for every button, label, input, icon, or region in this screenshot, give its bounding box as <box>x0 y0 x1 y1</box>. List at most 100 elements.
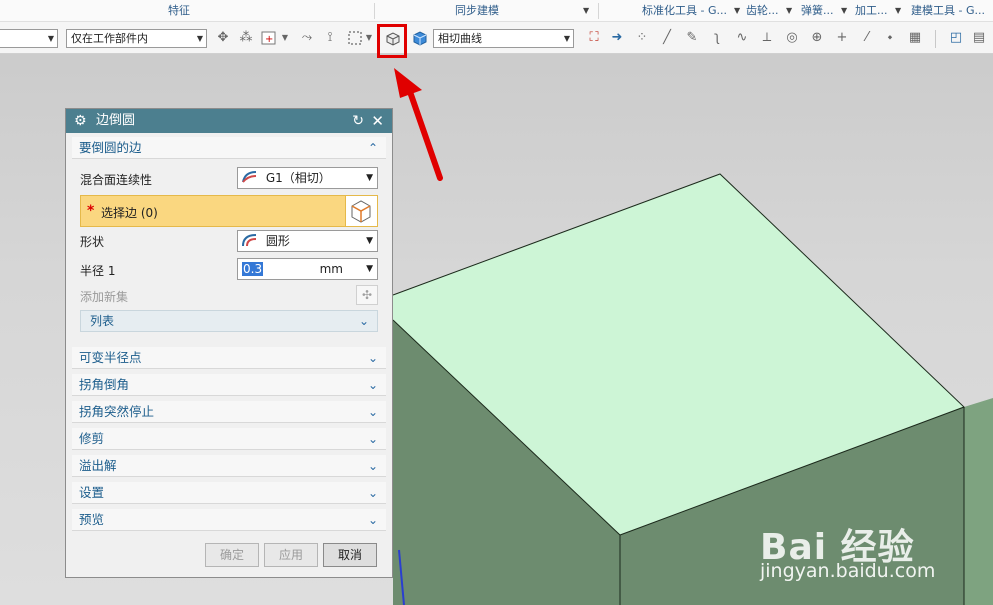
ok-button[interactable]: 确定 <box>205 543 259 567</box>
slash-icon[interactable]: ⁄ <box>858 29 876 47</box>
chevron-down-icon[interactable]: ▼ <box>583 0 591 22</box>
chevron-down-icon: ⌄ <box>367 432 378 446</box>
type-filter-combo[interactable]: ▼ <box>0 29 58 48</box>
section-corner-setback[interactable]: 拐角倒角 ⌄ <box>72 374 386 396</box>
chevron-down-icon: ⌄ <box>367 486 378 500</box>
ribbon-group-sync-modeling[interactable]: 同步建模 <box>455 0 525 22</box>
section-overflow[interactable]: 溢出解 ⌄ <box>72 455 386 477</box>
chevron-down-icon[interactable]: ▼ <box>280 29 290 47</box>
add-new-set-button[interactable]: ✣ <box>356 285 378 305</box>
divider <box>935 30 936 48</box>
section-label: 修剪 <box>79 431 105 446</box>
section-stop-short[interactable]: 拐角突然停止 ⌄ <box>72 401 386 423</box>
plus-icon[interactable]: + <box>833 29 851 47</box>
grid-icon[interactable]: ▦ <box>906 29 924 47</box>
reset-icon[interactable]: ↻ <box>352 109 364 133</box>
ribbon-group-features[interactable]: 特征 <box>168 0 228 22</box>
curve-rule-combo[interactable]: 相切曲线 ▼ <box>433 29 574 48</box>
radius-value: 0.3 <box>242 262 264 276</box>
selection-scope-value: 仅在工作部件内 <box>71 32 148 45</box>
view-icon[interactable]: ◰ <box>947 29 965 47</box>
hook-icon[interactable]: ʅ <box>708 29 726 47</box>
intersect-icon[interactable]: ⟂ <box>758 29 776 47</box>
continuity-icon <box>242 171 257 183</box>
cube-select-icon <box>351 200 371 223</box>
continuity-value: G1（相切） <box>265 171 331 185</box>
red-arrow <box>405 83 443 181</box>
list-expander[interactable]: 列表 ⌄ <box>80 310 378 332</box>
point-snap-icon[interactable]: ⁂ <box>237 29 255 47</box>
chevron-down-icon[interactable]: ▼ <box>364 29 374 47</box>
list-label: 列表 <box>90 314 115 328</box>
ribbon-group-modeling-tools[interactable]: 建模工具 - G... <box>911 0 987 22</box>
shape-icon <box>242 234 257 247</box>
selection-scope-combo[interactable]: 仅在工作部件内 ▼ <box>66 29 207 48</box>
continuity-dropdown[interactable]: G1（相切） ▼ <box>237 167 378 189</box>
section-label: 预览 <box>79 512 105 527</box>
chevron-down-icon: ▼ <box>366 236 373 246</box>
chevron-down-icon[interactable]: ▼ <box>895 0 903 22</box>
vertex-icon[interactable]: ⬩ <box>881 29 899 47</box>
pen-icon[interactable]: ✎ <box>683 29 701 47</box>
ribbon-group-spring[interactable]: 弹簧... <box>801 0 837 22</box>
ribbon-group-gear[interactable]: 齿轮... <box>746 0 782 22</box>
section-settings[interactable]: 设置 ⌄ <box>72 482 386 504</box>
ribbon-group-machining[interactable]: 加工... <box>855 0 891 22</box>
rectangle-select-icon[interactable] <box>346 29 364 47</box>
lasso-icon[interactable]: ⟟ <box>321 29 339 47</box>
red-arrow-head <box>394 68 422 98</box>
chevron-down-icon: ⌄ <box>367 459 378 473</box>
close-icon[interactable]: ✕ <box>371 109 384 133</box>
cancel-button[interactable]: 取消 <box>323 543 377 567</box>
chevron-down-icon: ▼ <box>366 173 373 183</box>
section-label: 拐角倒角 <box>79 377 130 392</box>
add-new-set-label: 添加新集 <box>80 290 129 304</box>
apply-button[interactable]: 应用 <box>264 543 318 567</box>
select-edge-button[interactable] <box>345 196 377 226</box>
ribbon-group-standard-tools[interactable]: 标准化工具 - G... <box>642 0 732 22</box>
section-label: 要倒圆的边 <box>79 140 142 155</box>
circle-icon[interactable]: ◎ <box>783 29 801 47</box>
layer-icon[interactable]: ▤ <box>970 29 988 47</box>
selection-toolbar: ▼ 仅在工作部件内 ▼ ✥ ⁂ + ▼ ⤳ ⟟ ▼ 相切曲线 ▼ ⛶ ➜ ⁘ ╱… <box>0 22 993 54</box>
dots-icon[interactable]: ⁘ <box>633 29 651 47</box>
chevron-up-icon: ⌃ <box>367 141 378 155</box>
center-icon[interactable]: ⊕ <box>808 29 826 47</box>
divider <box>598 3 599 19</box>
required-marker: * <box>87 203 95 219</box>
highlight-box <box>377 24 407 58</box>
dialog-title-bar[interactable]: ⚙ 边倒圆 ↻ ✕ <box>66 109 392 133</box>
spline-icon[interactable]: ∿ <box>733 29 751 47</box>
shape-dropdown[interactable]: 圆形 ▼ <box>237 230 378 252</box>
divider <box>374 3 375 19</box>
section-variable-radius[interactable]: 可变半径点 ⌄ <box>72 347 386 369</box>
line-icon[interactable]: ╱ <box>658 29 676 47</box>
section-preview[interactable]: 预览 ⌄ <box>72 509 386 531</box>
chevron-down-icon: ⌄ <box>367 513 378 527</box>
chevron-down-icon[interactable]: ▼ <box>841 0 849 22</box>
arrow-right-icon[interactable]: ➜ <box>608 29 626 47</box>
solid-body-icon[interactable] <box>411 29 429 47</box>
curve-rule-icon[interactable]: ⤳ <box>298 29 316 47</box>
continuity-label: 混合面连续性 <box>80 173 153 187</box>
chevron-down-icon: ⌄ <box>358 314 369 328</box>
section-label: 拐角突然停止 <box>79 404 155 419</box>
section-edges-to-blend[interactable]: 要倒圆的边 ⌃ <box>72 137 386 159</box>
cube-right-face[interactable] <box>964 398 993 605</box>
shape-label: 形状 <box>80 235 105 249</box>
radius-unit: mm <box>319 262 343 276</box>
radius-input[interactable]: 0.3 mm ▼ <box>237 258 378 280</box>
snap-icon[interactable]: ✥ <box>214 29 232 47</box>
feature-icon[interactable]: ⛶ <box>585 29 603 47</box>
chevron-down-icon[interactable]: ▼ <box>734 0 742 22</box>
dialog-title: 边倒圆 <box>96 113 136 128</box>
section-label: 设置 <box>79 485 105 500</box>
chevron-down-icon[interactable]: ▼ <box>786 0 794 22</box>
curve-rule-value: 相切曲线 <box>438 32 482 45</box>
select-edge-row[interactable]: * 选择边 (0) <box>80 195 378 227</box>
add-point-icon[interactable]: + <box>260 29 278 47</box>
gear-icon[interactable]: ⚙ <box>74 109 87 133</box>
section-trim[interactable]: 修剪 ⌄ <box>72 428 386 450</box>
select-edge-label: 选择边 (0) <box>101 206 158 220</box>
watermark-url: jingyan.baidu.com <box>760 560 936 582</box>
